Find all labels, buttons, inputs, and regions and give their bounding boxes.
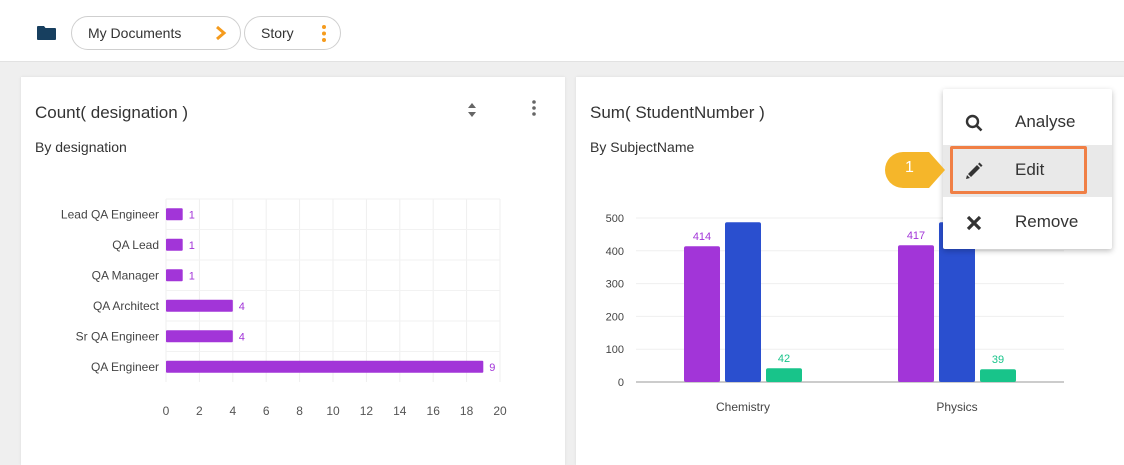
x-category-label: Chemistry xyxy=(716,400,770,414)
x-tick-label: 6 xyxy=(263,404,270,418)
bar-value-label: 42 xyxy=(778,353,790,365)
breadcrumb-my-documents[interactable]: My Documents xyxy=(71,16,241,50)
x-tick-label: 10 xyxy=(326,404,340,418)
y-tick-label: 100 xyxy=(606,344,624,356)
breadcrumb-story-label: Story xyxy=(261,25,294,41)
x-tick-label: 12 xyxy=(360,404,374,418)
x-tick-label: 4 xyxy=(229,404,236,418)
x-tick-label: 14 xyxy=(393,404,407,418)
bar xyxy=(980,369,1016,382)
step-badge xyxy=(885,152,945,188)
breadcrumb-story[interactable]: Story xyxy=(244,16,341,50)
y-category-label: QA Manager xyxy=(92,268,159,282)
close-icon xyxy=(966,215,982,231)
bar xyxy=(166,330,233,343)
step-badge-number: 1 xyxy=(905,159,914,176)
menu-item-analyse[interactable]: Analyse xyxy=(943,97,1112,149)
bar-value-label: 1 xyxy=(189,240,195,252)
y-category-label: QA Engineer xyxy=(91,360,159,374)
x-tick-label: 2 xyxy=(196,404,203,418)
y-category-label: Sr QA Engineer xyxy=(76,329,159,343)
top-bar: My Documents Story xyxy=(0,0,1124,62)
menu-item-remove[interactable]: Remove xyxy=(943,197,1112,249)
bar xyxy=(166,208,183,221)
bar xyxy=(766,368,802,382)
bar-value-label: 414 xyxy=(693,231,711,243)
bar-value-label: 1 xyxy=(189,209,195,221)
x-tick-label: 8 xyxy=(296,404,303,418)
y-tick-label: 500 xyxy=(606,213,624,225)
bar-value-label: 9 xyxy=(489,362,495,374)
bar-value-label: 417 xyxy=(907,230,925,242)
bar-value-label: 4 xyxy=(239,301,245,313)
x-tick-label: 18 xyxy=(460,404,474,418)
edit-highlight-box xyxy=(950,146,1087,194)
bar xyxy=(166,299,233,312)
y-category-label: QA Lead xyxy=(112,238,159,252)
search-icon xyxy=(965,114,983,132)
chevron-right-icon xyxy=(216,25,227,41)
y-category-label: Lead QA Engineer xyxy=(61,207,159,221)
bar xyxy=(684,246,720,382)
bar xyxy=(725,222,761,382)
y-tick-label: 300 xyxy=(606,279,624,291)
x-tick-label: 20 xyxy=(493,404,507,418)
x-tick-label: 0 xyxy=(163,404,170,418)
y-tick-label: 200 xyxy=(606,311,624,323)
bar-value-label: 4 xyxy=(239,331,245,343)
bar-value-label: 1 xyxy=(189,270,195,282)
kebab-icon[interactable] xyxy=(322,25,326,42)
y-category-label: QA Architect xyxy=(93,299,160,313)
menu-item-label: Remove xyxy=(1015,212,1079,231)
breadcrumb-my-documents-label: My Documents xyxy=(88,25,182,41)
y-tick-label: 400 xyxy=(606,246,624,258)
bar-value-label: 39 xyxy=(992,354,1004,366)
bar xyxy=(166,360,484,373)
y-tick-label: 0 xyxy=(618,377,624,389)
chart-card-designation: Count( designation ) By designation 0246… xyxy=(21,77,565,465)
bar xyxy=(898,245,934,382)
x-tick-label: 16 xyxy=(427,404,441,418)
menu-item-label: Analyse xyxy=(1015,112,1076,131)
bar xyxy=(166,238,183,251)
bar xyxy=(166,269,183,282)
folder-icon[interactable] xyxy=(37,26,56,40)
x-category-label: Physics xyxy=(936,400,977,414)
designation-bar-chart: 0 2 4 6 8 10 12 14 16 18 20Lead QA Engineer 1QA Lea… xyxy=(61,198,507,418)
